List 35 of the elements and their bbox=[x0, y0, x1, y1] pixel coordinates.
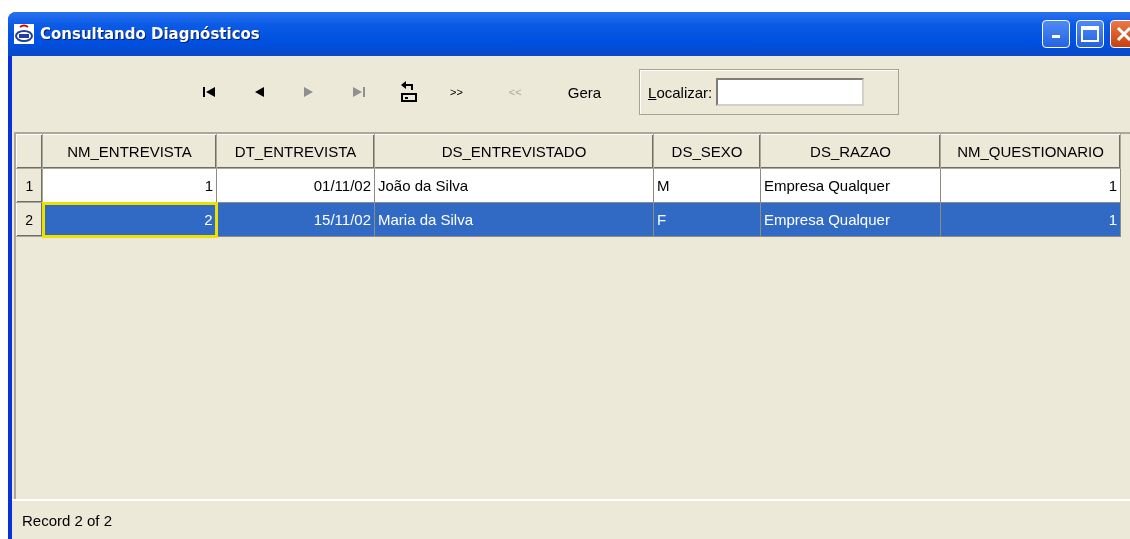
table-cell: 1 bbox=[940, 168, 1121, 203]
table-cell: 15/11/02 bbox=[216, 202, 375, 237]
column-header[interactable]: NM_QUESTIONARIO bbox=[940, 134, 1121, 169]
table-cell: M bbox=[653, 168, 761, 203]
close-button[interactable] bbox=[1110, 20, 1130, 48]
column-header[interactable]: DS_RAZAO bbox=[760, 134, 941, 169]
row-header[interactable]: 1 bbox=[16, 168, 43, 203]
table-cell: 2 bbox=[42, 202, 217, 237]
table-cell: 1 bbox=[42, 168, 217, 203]
table-cell: 01/11/02 bbox=[216, 168, 375, 203]
maximize-button[interactable] bbox=[1076, 20, 1104, 48]
table-cell: 1 bbox=[940, 202, 1121, 237]
row-header[interactable]: 2 bbox=[16, 202, 43, 237]
column-header[interactable]: DT_ENTREVISTA bbox=[216, 134, 375, 169]
table-cell: F bbox=[653, 202, 761, 237]
table-cell: Empresa Qualquer bbox=[760, 168, 941, 203]
first-record-icon bbox=[202, 86, 216, 98]
table-cell: João da Silva bbox=[374, 168, 654, 203]
column-header[interactable]: DS_ENTREVISTADO bbox=[374, 134, 654, 169]
column-header[interactable]: DS_SEXO bbox=[653, 134, 761, 169]
last-record-icon bbox=[352, 86, 366, 98]
refresh-icon bbox=[400, 81, 418, 103]
table-cell: Maria da Silva bbox=[374, 202, 654, 237]
maximize-icon bbox=[1081, 26, 1099, 42]
status-text: Record 2 of 2 bbox=[22, 511, 113, 529]
window-title: Consultando Diagnósticos bbox=[40, 25, 261, 43]
close-icon bbox=[1116, 26, 1130, 42]
app-icon bbox=[14, 24, 34, 44]
column-header[interactable]: NM_ENTREVISTA bbox=[42, 134, 217, 169]
search-label: Localizar: bbox=[648, 83, 713, 101]
search-field[interactable] bbox=[716, 78, 865, 106]
table-cell: Empresa Qualquer bbox=[760, 202, 941, 237]
generate-button[interactable]: Gera bbox=[561, 79, 608, 105]
minimize-button[interactable] bbox=[1042, 20, 1070, 48]
page-button[interactable]: >> bbox=[444, 82, 469, 102]
